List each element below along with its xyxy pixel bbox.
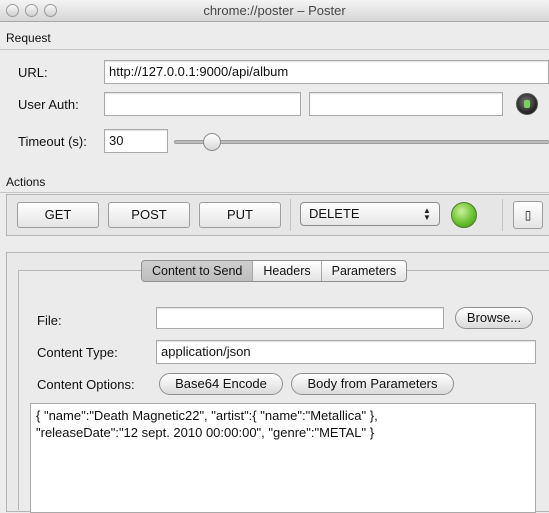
put-button[interactable]: PUT — [199, 202, 281, 228]
user-auth-password-input[interactable] — [309, 92, 503, 116]
toolbar-separator-2 — [502, 199, 503, 231]
method-select-value: DELETE — [309, 206, 360, 221]
browse-button[interactable]: Browse... — [455, 307, 533, 329]
toolbar-separator — [290, 199, 291, 231]
post-button[interactable]: POST — [108, 202, 190, 228]
timeout-label: Timeout (s): — [18, 134, 87, 149]
content-type-input[interactable]: application/json — [156, 340, 536, 364]
base64-encode-button[interactable]: Base64 Encode — [159, 373, 283, 395]
body-from-parameters-button[interactable]: Body from Parameters — [291, 373, 454, 395]
window-title: chrome://poster – Poster — [203, 3, 346, 18]
file-input[interactable] — [156, 307, 444, 329]
tab-headers[interactable]: Headers — [253, 261, 322, 281]
timeout-slider-track[interactable] — [174, 140, 549, 144]
user-auth-label: User Auth: — [18, 97, 79, 112]
timeout-slider-handle[interactable] — [203, 133, 221, 151]
actions-section-label: Actions — [6, 175, 46, 189]
file-label: File: — [37, 313, 62, 328]
request-section-label: Request — [6, 31, 51, 45]
actions-divider — [0, 192, 549, 193]
request-divider — [0, 49, 549, 50]
get-button[interactable]: GET — [17, 202, 99, 228]
content-type-label: Content Type: — [37, 345, 118, 360]
auth-status-icon[interactable] — [516, 93, 538, 115]
url-input[interactable]: http://127.0.0.1:9000/api/album — [104, 60, 549, 84]
window-titlebar: chrome://poster – Poster — [0, 0, 549, 22]
content-options-label: Content Options: — [37, 377, 135, 392]
method-select[interactable]: DELETE ▲ ▼ — [300, 202, 440, 226]
user-auth-username-input[interactable] — [104, 92, 301, 116]
request-body-textarea[interactable]: { "name":"Death Magnetic22", "artist":{ … — [30, 403, 536, 513]
timeout-input[interactable]: 30 — [104, 129, 168, 153]
tab-parameters[interactable]: Parameters — [322, 261, 407, 281]
url-label: URL: — [18, 65, 48, 80]
side-panel-button[interactable]: ▯ — [513, 201, 543, 229]
tab-content-to-send[interactable]: Content to Send — [142, 261, 254, 281]
request-status-icon[interactable] — [451, 202, 477, 228]
content-tabs: Content to Send Headers Parameters — [141, 260, 408, 282]
select-stepper-icon: ▲ ▼ — [423, 206, 431, 222]
